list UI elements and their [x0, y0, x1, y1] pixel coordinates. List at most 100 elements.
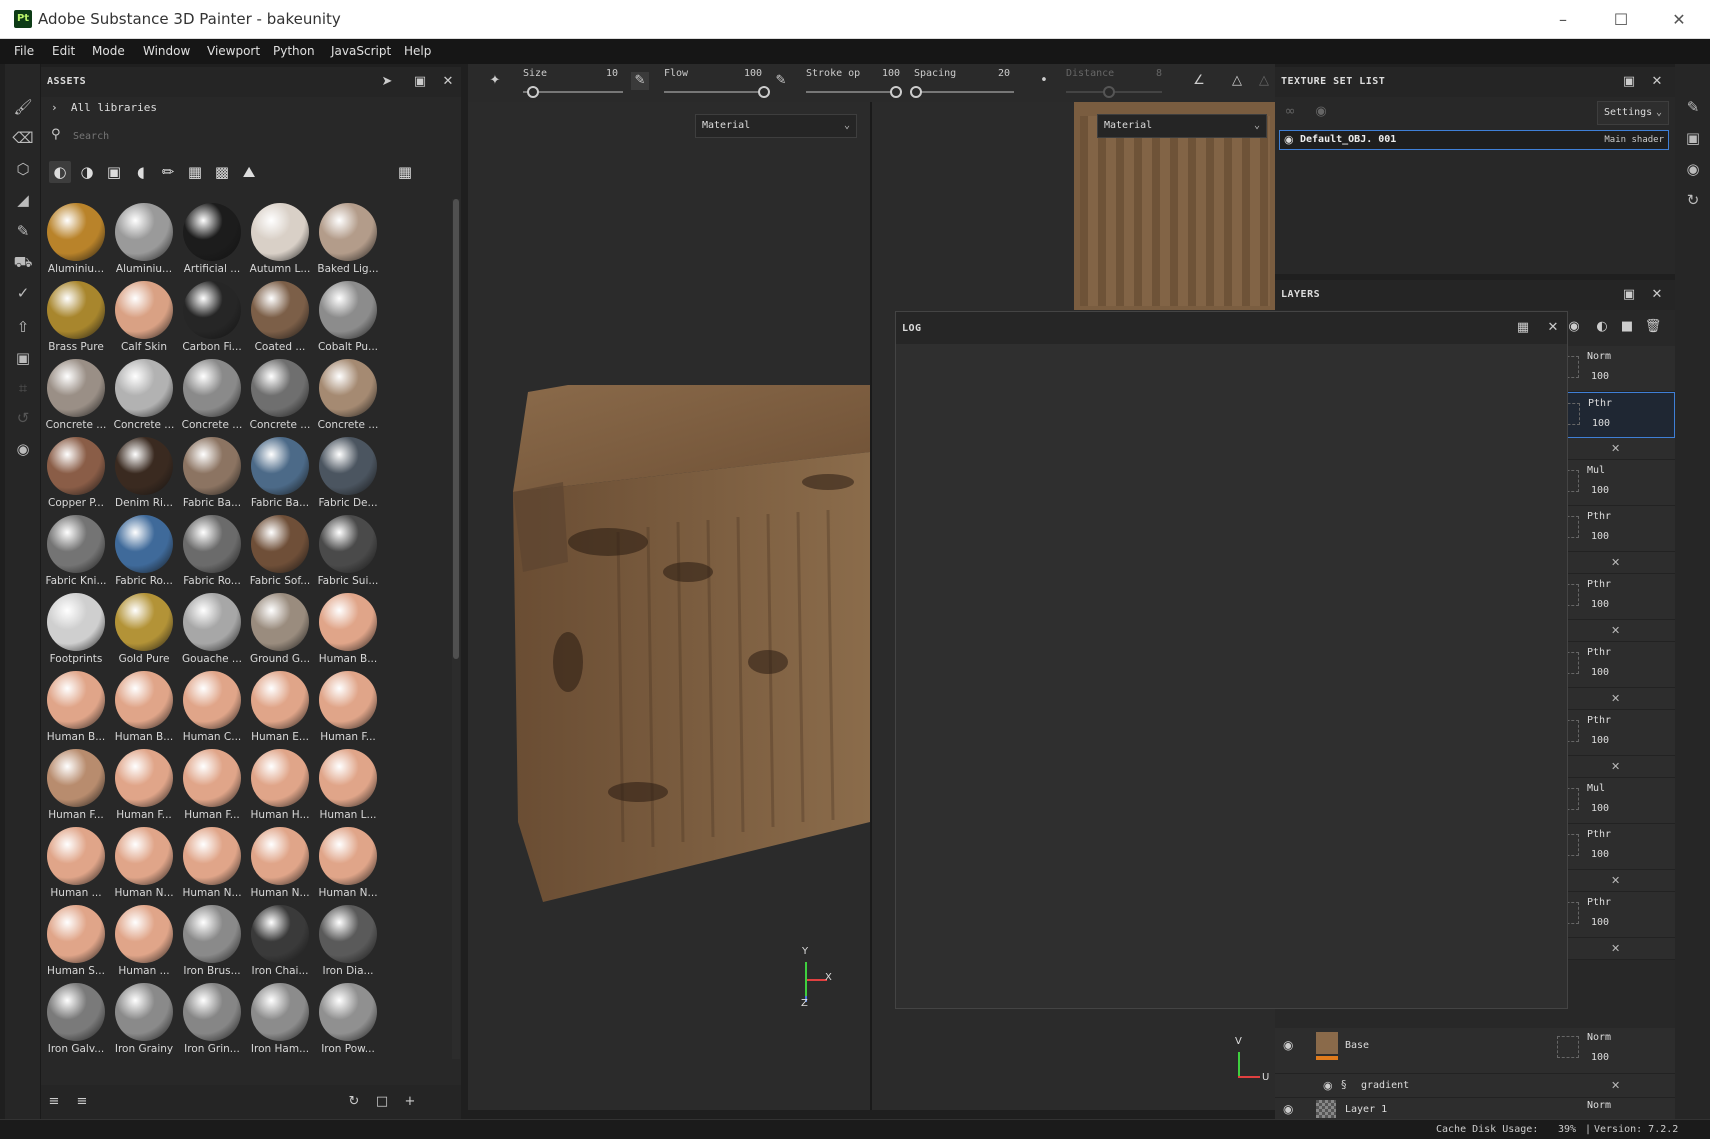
material-thumbnail[interactable]	[319, 281, 377, 339]
layer-name[interactable]: Base	[1345, 1040, 1369, 1051]
list-view-icon[interactable]: ≡	[45, 1093, 63, 1111]
filter-brushes-icon[interactable]: ✏	[157, 161, 179, 183]
smudge-icon[interactable]: ✎	[12, 220, 34, 242]
blend-mode[interactable]: Pthr	[1587, 897, 1611, 908]
assets-scrollbar[interactable]	[452, 199, 460, 1059]
material-thumbnail[interactable]	[319, 671, 377, 729]
eye-icon[interactable]: ◉	[1284, 133, 1294, 146]
assets-scroll-thumb[interactable]	[453, 199, 459, 659]
menu-file[interactable]: File	[14, 44, 34, 58]
material-thumbnail[interactable]	[115, 281, 173, 339]
material-thumbnail[interactable]	[319, 203, 377, 261]
material-thumbnail[interactable]	[183, 593, 241, 651]
camera-icon[interactable]: ◉	[12, 438, 34, 460]
material-thumbnail[interactable]	[251, 749, 309, 807]
menu-mode[interactable]: Mode	[92, 44, 125, 58]
add-mask-icon[interactable]: ◐	[1593, 318, 1611, 336]
grid-view-icon[interactable]: ▦	[394, 161, 416, 183]
blend-mode[interactable]: Pthr	[1588, 398, 1612, 409]
blend-mode[interactable]: Norm	[1587, 351, 1611, 362]
material-thumbnail[interactable]	[47, 437, 105, 495]
material-thumbnail[interactable]	[115, 515, 173, 573]
blend-mode[interactable]: Norm	[1587, 1032, 1611, 1043]
stroke-opacity-slider[interactable]	[806, 91, 896, 93]
material-thumbnail[interactable]	[251, 671, 309, 729]
material-thumbnail[interactable]	[183, 203, 241, 261]
remove-effect-icon[interactable]: ✕	[1611, 1079, 1620, 1092]
float-panel-icon[interactable]: ▣	[411, 73, 429, 91]
material-thumbnail[interactable]	[115, 983, 173, 1041]
material-thumbnail[interactable]	[183, 359, 241, 417]
eye-icon[interactable]: ◉	[1283, 1038, 1293, 1052]
material-thumbnail[interactable]	[251, 593, 309, 651]
material-thumbnail[interactable]	[47, 827, 105, 885]
material-thumbnail[interactable]	[251, 983, 309, 1041]
spacing-slider[interactable]	[914, 91, 1014, 93]
menu-window[interactable]: Window	[143, 44, 190, 58]
flow-pressure-icon[interactable]: ✎	[631, 72, 649, 90]
blend-mode[interactable]: Pthr	[1587, 647, 1611, 658]
geometry-mask-icon[interactable]: ▣	[12, 347, 34, 369]
material-thumbnail[interactable]	[115, 593, 173, 651]
add-folder-icon[interactable]: ■	[1618, 318, 1636, 336]
spacing-slider-handle[interactable]	[910, 86, 922, 98]
shader-settings-icon[interactable]: ◉	[1682, 158, 1704, 180]
blend-mode[interactable]: Pthr	[1587, 829, 1611, 840]
filter-generators-icon[interactable]: ◖	[130, 161, 152, 183]
material-thumbnail[interactable]	[183, 515, 241, 573]
blend-mode[interactable]: Mul	[1587, 783, 1605, 794]
material-thumbnail[interactable]	[319, 983, 377, 1041]
layer-opacity[interactable]: 100	[1591, 485, 1609, 496]
material-thumbnail[interactable]	[115, 749, 173, 807]
visibility-icon[interactable]: ◉	[1312, 103, 1330, 121]
material-thumbnail[interactable]	[115, 437, 173, 495]
material-thumbnail[interactable]	[319, 359, 377, 417]
filter-environments-icon[interactable]: ⛰	[238, 161, 260, 183]
material-thumbnail[interactable]	[319, 749, 377, 807]
polygon-fill-icon[interactable]: ◢	[12, 189, 34, 211]
blend-mode[interactable]: Mul	[1587, 465, 1605, 476]
layer-opacity[interactable]: 100	[1591, 917, 1609, 928]
material-thumbnail[interactable]	[47, 749, 105, 807]
menu-python[interactable]: Python	[273, 44, 315, 58]
material-thumbnail[interactable]	[183, 281, 241, 339]
float-panel-icon[interactable]: ▣	[1620, 286, 1638, 304]
symmetry-icon[interactable]: △	[1228, 72, 1246, 90]
material-thumbnail[interactable]	[319, 905, 377, 963]
viewport-2d-channel-dropdown[interactable]: Material ⌄	[1097, 114, 1267, 138]
layer-opacity[interactable]: 100	[1591, 531, 1609, 542]
remove-effect-icon[interactable]: ✕	[1611, 442, 1620, 455]
remove-effect-icon[interactable]: ✕	[1611, 692, 1620, 705]
close-panel-icon[interactable]: ✕	[1544, 319, 1562, 337]
layer-opacity[interactable]: 100	[1591, 667, 1609, 678]
library-breadcrumb[interactable]: › All libraries	[51, 101, 157, 114]
menu-edit[interactable]: Edit	[52, 44, 75, 58]
shader-name[interactable]: Main shader	[1604, 135, 1664, 145]
menu-javascript[interactable]: JavaScript	[331, 44, 391, 58]
lazy-mouse-icon[interactable]: •	[1035, 72, 1053, 90]
effect-name[interactable]: gradient	[1361, 1080, 1409, 1091]
add-asset-icon[interactable]: +	[401, 1093, 419, 1111]
filter-masks-icon[interactable]: ▣	[103, 161, 125, 183]
layer-row-base[interactable]: ◉ Base Norm 100	[1275, 1028, 1675, 1074]
assets-search[interactable]: ⚲	[51, 125, 446, 147]
properties-icon[interactable]: ✎	[1682, 96, 1704, 118]
layer-opacity[interactable]: 100	[1591, 371, 1609, 382]
collapse-list-icon[interactable]: ≡	[73, 1093, 91, 1111]
layer-row-layer1[interactable]: ◉ Layer 1 Norm	[1275, 1098, 1675, 1120]
layer-name[interactable]: Layer 1	[1345, 1104, 1387, 1115]
remove-effect-icon[interactable]: ✕	[1611, 624, 1620, 637]
eye-icon[interactable]: ◉	[1283, 1102, 1293, 1116]
filter-materials-icon[interactable]: ◐	[49, 161, 71, 183]
material-thumbnail[interactable]	[47, 905, 105, 963]
angle-icon[interactable]: ∠	[1190, 72, 1208, 90]
close-panel-icon[interactable]: ✕	[1648, 286, 1666, 304]
material-thumbnail[interactable]	[319, 437, 377, 495]
material-thumbnail[interactable]	[47, 593, 105, 651]
filter-textures-icon[interactable]: ▦	[184, 161, 206, 183]
minimize-button[interactable]: –	[1543, 7, 1583, 33]
layer-opacity[interactable]: 100	[1591, 803, 1609, 814]
stroke-opacity-value[interactable]: 100	[882, 68, 900, 79]
clone-stamp-icon[interactable]: ⛟	[12, 251, 34, 273]
material-thumbnail[interactable]	[251, 905, 309, 963]
